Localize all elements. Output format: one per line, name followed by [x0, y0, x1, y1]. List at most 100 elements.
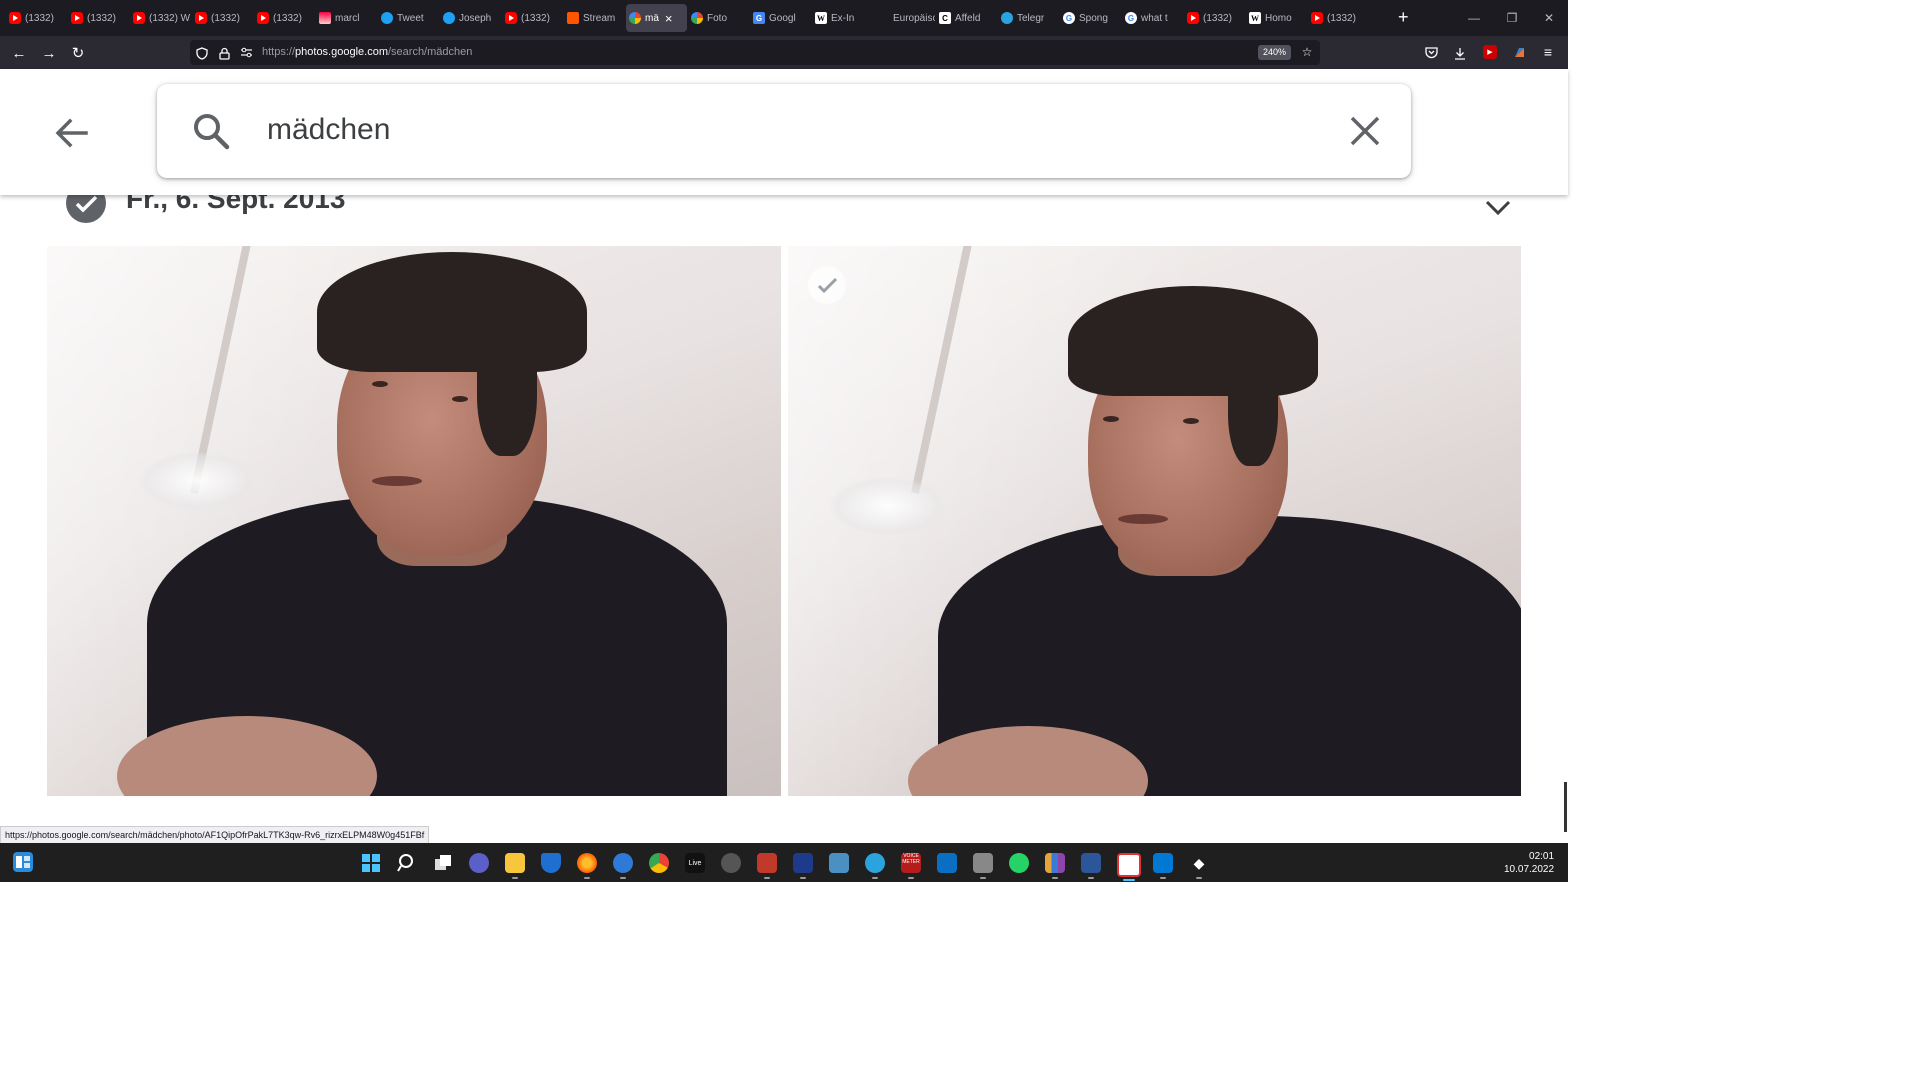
- bookmark-star-icon[interactable]: ☆: [1300, 45, 1314, 59]
- minimize-button[interactable]: —: [1455, 0, 1493, 36]
- control-panel-icon[interactable]: [829, 853, 849, 873]
- pocket-icon[interactable]: [1424, 46, 1438, 60]
- task-view-icon[interactable]: [433, 853, 453, 873]
- browser-tab[interactable]: Gwhat t: [1122, 4, 1183, 32]
- photo-thumbnail[interactable]: [788, 246, 1521, 796]
- media-app-icon[interactable]: [973, 853, 993, 879]
- chrome-icon[interactable]: [649, 853, 669, 873]
- url-text[interactable]: https://photos.google.com/search/mädchen: [262, 46, 472, 58]
- browser-tab[interactable]: marcl: [316, 4, 377, 32]
- messenger-icon[interactable]: [613, 853, 633, 879]
- menu-icon[interactable]: ≡: [1541, 44, 1555, 60]
- search-input[interactable]: mädchen: [267, 113, 390, 147]
- lock-icon[interactable]: [217, 46, 231, 60]
- browser-tab[interactable]: (1332) WIEDER: [130, 4, 191, 32]
- browser-tab[interactable]: mä ×: [626, 4, 687, 32]
- google-icon: G: [1125, 12, 1137, 24]
- scrollbar[interactable]: [1564, 782, 1567, 832]
- widgets-icon[interactable]: [13, 852, 33, 872]
- photos-app-icon[interactable]: [1153, 853, 1173, 879]
- close-tab-icon[interactable]: ×: [665, 11, 673, 26]
- browser-tab-label: what t: [1141, 12, 1168, 24]
- voicemeeter-icon[interactable]: VOICE METER: [901, 853, 921, 879]
- browser-tab[interactable]: (1332): [1308, 4, 1369, 32]
- telegram-icon: [1001, 12, 1013, 24]
- blank-icon: [877, 12, 889, 24]
- reload-button[interactable]: ↻: [67, 42, 89, 64]
- browser-tab[interactable]: Tweet: [378, 4, 439, 32]
- word-document-icon[interactable]: [1081, 853, 1101, 879]
- search-box[interactable]: mädchen: [157, 84, 1411, 178]
- back-button[interactable]: ←: [8, 42, 30, 64]
- search-icon[interactable]: [191, 111, 231, 151]
- restore-button[interactable]: ❐: [1493, 0, 1531, 36]
- system-clock[interactable]: 02:01 10.07.2022: [1504, 850, 1554, 876]
- browser-tab[interactable]: (1332): [68, 4, 129, 32]
- twitter-icon: [443, 12, 455, 24]
- download-icon[interactable]: [1453, 46, 1467, 60]
- search-icon[interactable]: [397, 853, 417, 873]
- window-app-icon[interactable]: [937, 853, 957, 873]
- browser-tab[interactable]: (1332): [254, 4, 315, 32]
- image-icon: [319, 12, 331, 24]
- browser-tab-label: Stream: [583, 12, 616, 24]
- camera-app-icon[interactable]: [721, 853, 741, 873]
- browser-tab[interactable]: G Spong: [1060, 4, 1121, 32]
- library-icon[interactable]: [1045, 853, 1065, 879]
- shield-icon[interactable]: [195, 46, 209, 60]
- telegram-icon[interactable]: [865, 853, 885, 879]
- youtube-icon: [133, 12, 145, 24]
- forward-button[interactable]: →: [38, 42, 60, 64]
- browser-tab-label: (1332): [273, 12, 302, 24]
- teams-chat-icon[interactable]: [469, 853, 489, 873]
- window-close-button[interactable]: ✕: [1530, 0, 1568, 36]
- youtube-icon: [195, 12, 207, 24]
- whatsapp-icon[interactable]: [1009, 853, 1029, 873]
- live-app-icon[interactable]: Live: [685, 853, 705, 873]
- adblock-extension-icon[interactable]: ▶: [1483, 45, 1497, 59]
- browser-tab-label: Ex-In: [831, 12, 855, 24]
- snipping-tool-icon[interactable]: [1117, 853, 1141, 881]
- zoom-indicator[interactable]: 240%: [1258, 45, 1292, 60]
- browser-tab[interactable]: (1332): [1184, 4, 1245, 32]
- browser-tab[interactable]: (1332): [6, 4, 67, 32]
- select-photo-check-icon[interactable]: [808, 266, 846, 304]
- clear-search-icon[interactable]: [1347, 113, 1383, 149]
- extension-icon[interactable]: [1512, 45, 1526, 59]
- browser-tab[interactable]: W Homo: [1246, 4, 1307, 32]
- wikipedia-icon: W: [1249, 12, 1261, 24]
- browser-tab-label: (1332): [211, 12, 240, 24]
- firefox-icon[interactable]: [577, 853, 597, 879]
- browser-tab[interactable]: G Googl: [750, 4, 811, 32]
- browser-tab-label: (1332): [1327, 12, 1356, 24]
- browser-tab[interactable]: W Ex-In: [812, 4, 873, 32]
- browser-tab-label: Foto: [707, 12, 728, 24]
- browser-tab-label: Affeld: [955, 12, 981, 24]
- new-tab-button[interactable]: +: [1398, 8, 1409, 26]
- youtube-icon: [9, 12, 21, 24]
- browser-tab[interactable]: Telegr: [998, 4, 1059, 32]
- back-arrow-icon[interactable]: [52, 113, 92, 153]
- security-shield-icon[interactable]: [541, 853, 561, 873]
- start-icon[interactable]: [361, 853, 381, 873]
- recorder-icon[interactable]: [757, 853, 777, 879]
- file-explorer-icon[interactable]: [505, 853, 525, 879]
- browser-tab[interactable]: Joseph: [440, 4, 501, 32]
- google-photos-icon: [691, 12, 703, 24]
- address-bar[interactable]: https://photos.google.com/search/mädchen…: [190, 40, 1320, 65]
- browser-tab-label: (1332): [1203, 12, 1232, 24]
- overflow-icon[interactable]: ◆: [1189, 853, 1209, 879]
- twitter-icon: [381, 12, 393, 24]
- browser-tab[interactable]: Foto: [688, 4, 749, 32]
- browser-tab[interactable]: C Affeld: [936, 4, 997, 32]
- powershell-icon[interactable]: [793, 853, 813, 879]
- browser-tab-label: mä: [645, 12, 659, 24]
- taskbar: Live VOICE METER ◆ 02:01 10.07.2022: [0, 843, 1568, 882]
- photo-thumbnail[interactable]: [47, 246, 781, 796]
- browser-tab[interactable]: Europäisch: [874, 4, 935, 32]
- browser-tab[interactable]: Stream: [564, 4, 625, 32]
- browser-tab[interactable]: (1332): [502, 4, 563, 32]
- browser-tab[interactable]: (1332): [192, 4, 253, 32]
- permissions-icon[interactable]: [239, 46, 253, 60]
- chevron-down-icon[interactable]: [1482, 191, 1514, 223]
